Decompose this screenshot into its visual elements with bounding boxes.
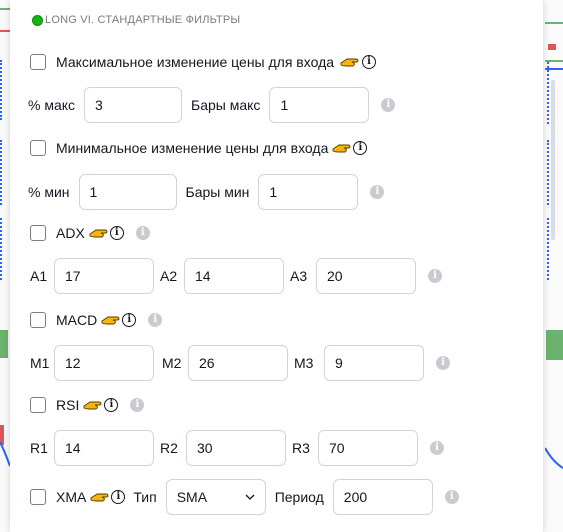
- chart-marker-left: [0, 218, 6, 280]
- pointing-hand-icon: [83, 397, 103, 413]
- rsi-row: RSI i i: [30, 397, 145, 413]
- status-dot-icon: [32, 14, 43, 26]
- adx-label: ADX: [56, 225, 85, 241]
- adx-a1-input[interactable]: 17: [54, 258, 154, 294]
- adx-checkbox[interactable]: [30, 225, 46, 241]
- adx-a3-label: A3: [290, 268, 308, 284]
- settings-dialog: LONG VI. СТАНДАРТНЫЕ ФИЛЬТРЫ Максимально…: [10, 0, 555, 532]
- chart-bar: [548, 44, 556, 50]
- info-gray-icon[interactable]: i: [135, 226, 150, 240]
- xma-checkbox[interactable]: [30, 489, 46, 505]
- chart-line: [545, 60, 563, 62]
- max-bars-label: Бары макс: [191, 97, 261, 113]
- adx-a2-input[interactable]: 14: [184, 258, 284, 294]
- rsi-label: RSI: [56, 397, 80, 413]
- max-pct-input[interactable]: 3: [84, 87, 183, 123]
- macd-m3-label: M3: [294, 355, 314, 371]
- rsi-r3-label: R3: [292, 440, 310, 456]
- max-change-checkbox[interactable]: [30, 54, 46, 70]
- min-pct-label: % мин: [28, 184, 70, 200]
- info-gray-icon[interactable]: i: [381, 98, 396, 112]
- pointing-hand-icon: [340, 54, 360, 70]
- section-header: LONG VI. СТАНДАРТНЫЕ ФИЛЬТРЫ: [32, 12, 240, 28]
- info-gray-icon[interactable]: i: [444, 490, 459, 504]
- info-gray-icon[interactable]: i: [130, 398, 145, 412]
- xma-type-select[interactable]: SMA: [165, 479, 266, 515]
- rsi-r2-input[interactable]: 30: [186, 430, 286, 466]
- section-title: LONG VI. СТАНДАРТНЫЕ ФИЛЬТРЫ: [45, 14, 241, 26]
- info-gray-icon[interactable]: i: [436, 356, 450, 370]
- max-pct-label: % макс: [28, 97, 76, 113]
- adx-params-row: A1 17 A2 14 A3 20 i: [30, 258, 442, 294]
- rsi-checkbox[interactable]: [30, 397, 46, 413]
- min-change-label: Минимальное изменение цены для входа: [56, 140, 329, 156]
- xma-type-label: Тип: [133, 489, 157, 505]
- info-circle-icon[interactable]: i: [109, 226, 124, 240]
- info-circle-icon[interactable]: i: [353, 141, 368, 155]
- xma-type-value: SMA: [176, 489, 208, 505]
- xma-row: XMA i Тип SMA Период 200 i: [30, 479, 459, 515]
- info-gray-icon[interactable]: i: [370, 185, 385, 199]
- info-circle-icon[interactable]: i: [111, 490, 126, 504]
- xma-period-input[interactable]: 200: [332, 479, 433, 515]
- pointing-hand-icon: [101, 312, 121, 328]
- max-change-row: Максимальное изменение цены для входа i: [30, 54, 377, 70]
- adx-a2-label: A2: [160, 268, 178, 284]
- chart-marker-right: [543, 62, 549, 124]
- rsi-params-row: R1 14 R2 30 R3 70 i: [30, 430, 444, 466]
- max-change-label: Максимальное изменение цены для входа: [56, 54, 335, 70]
- min-pct-input[interactable]: 1: [78, 174, 177, 210]
- info-gray-icon[interactable]: i: [428, 269, 442, 283]
- dialog-scrollbar[interactable]: [551, 80, 555, 240]
- rsi-r3-input[interactable]: 70: [318, 430, 418, 466]
- min-bars-input[interactable]: 1: [258, 174, 359, 210]
- macd-m3-input[interactable]: 9: [324, 345, 424, 381]
- chart-line: [0, 8, 10, 10]
- rsi-r2-label: R2: [160, 440, 178, 456]
- chart-marker-right: [543, 218, 549, 280]
- adx-a3-input[interactable]: 20: [316, 258, 416, 294]
- chart-line: [545, 22, 563, 24]
- adx-row: ADX i i: [30, 225, 150, 241]
- chart-line-curve: [545, 447, 563, 469]
- pointing-hand-icon: [90, 489, 110, 505]
- info-circle-icon[interactable]: i: [362, 55, 377, 69]
- min-change-params-row: % мин 1 Бары мин 1 i: [28, 174, 385, 210]
- chevron-down-icon: [245, 494, 255, 500]
- macd-row: MACD i i: [30, 312, 163, 328]
- macd-checkbox[interactable]: [30, 312, 46, 328]
- chart-marker-right: [543, 140, 549, 205]
- min-bars-label: Бары мин: [185, 184, 250, 200]
- info-gray-icon[interactable]: i: [148, 313, 163, 327]
- macd-params-row: M1 12 M2 26 M3 9 i: [30, 345, 450, 381]
- max-change-params-row: % макс 3 Бары макс 1 i: [28, 87, 396, 123]
- info-circle-icon[interactable]: i: [122, 313, 137, 327]
- macd-m1-input[interactable]: 12: [54, 345, 154, 381]
- xma-label: XMA: [56, 489, 87, 505]
- macd-m1-label: M1: [30, 355, 50, 371]
- chart-bar: [0, 330, 8, 358]
- macd-m2-label: M2: [162, 355, 182, 371]
- xma-period-label: Период: [274, 489, 324, 505]
- pointing-hand-icon: [332, 140, 352, 156]
- min-change-row: Минимальное изменение цены для входа i: [30, 140, 368, 156]
- chart-line-curve: [0, 441, 10, 467]
- chart-marker-left: [0, 140, 6, 205]
- info-circle-icon[interactable]: i: [104, 398, 119, 412]
- pointing-hand-icon: [89, 225, 109, 241]
- min-change-checkbox[interactable]: [30, 140, 46, 156]
- max-bars-input[interactable]: 1: [269, 87, 370, 123]
- chart-bar: [546, 330, 563, 360]
- chart-marker-left: [0, 60, 6, 120]
- chart-line: [545, 68, 563, 70]
- macd-m2-input[interactable]: 26: [188, 345, 288, 381]
- adx-a1-label: A1: [30, 268, 48, 284]
- rsi-r1-input[interactable]: 14: [54, 430, 154, 466]
- info-gray-icon[interactable]: i: [430, 441, 444, 455]
- macd-label: MACD: [56, 312, 98, 328]
- chart-line: [0, 30, 10, 32]
- rsi-r1-label: R1: [30, 440, 48, 456]
